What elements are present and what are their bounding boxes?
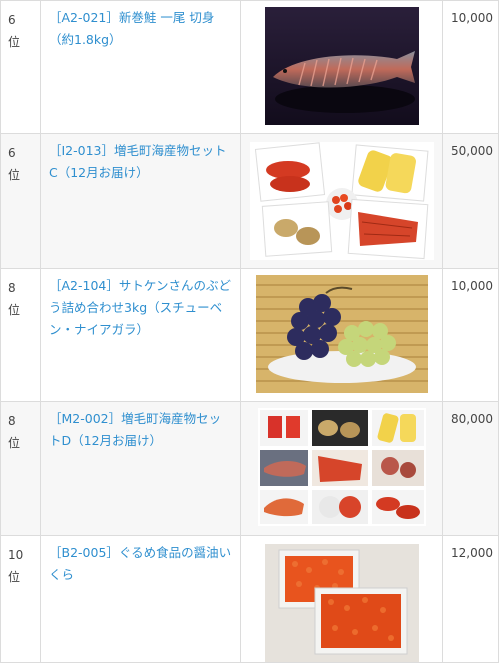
- rank-number: 6: [8, 13, 16, 27]
- price-cell: 80,000: [442, 401, 499, 536]
- table-row: 8位 ［M2-002］増毛町海産物セットD（12月お届け） 80,000: [0, 401, 499, 536]
- rank-suffix: 位: [8, 35, 21, 49]
- image-cell: [240, 535, 443, 663]
- image-cell: [240, 268, 443, 402]
- price-cell: 12,000: [442, 535, 499, 663]
- name-cell: ［A2-021］新巻鮭 一尾 切身（約1.8kg）: [40, 0, 241, 134]
- rank-number: 10: [8, 548, 24, 562]
- seafood-set-d-image[interactable]: [257, 408, 426, 526]
- product-link[interactable]: ［M2-002］増毛町海産物セットD（12月お届け）: [49, 411, 221, 448]
- name-cell: ［A2-104］サトケンさんのぶどう詰め合わせ3kg（スチューベン・ナイアガラ）: [40, 268, 241, 402]
- grapes-image[interactable]: [255, 275, 428, 393]
- rank-suffix: 位: [8, 570, 21, 584]
- price-value: 10,000: [451, 11, 493, 25]
- seafood-set-c-image[interactable]: [249, 142, 434, 260]
- product-link[interactable]: ［B2-005］ぐるめ食品の醤油いくら: [49, 545, 231, 582]
- image-cell: [240, 0, 443, 134]
- name-cell: ［I2-013］増毛町海産物セットC（12月お届け）: [40, 133, 241, 269]
- image-cell: [240, 401, 443, 536]
- rank-cell: 8位: [0, 401, 41, 536]
- rank-suffix: 位: [8, 168, 21, 182]
- rank-cell: 6位: [0, 0, 41, 134]
- rank-number: 6: [8, 146, 16, 160]
- ranking-table: 6位 ［A2-021］新巻鮭 一尾 切身（約1.8kg） 10,000 6 位 …: [0, 0, 499, 663]
- image-cell: [240, 133, 443, 269]
- name-cell: ［B2-005］ぐるめ食品の醤油いくら: [40, 535, 241, 663]
- rank-suffix: 位: [8, 303, 21, 317]
- rank-number: 8: [8, 414, 16, 428]
- product-link[interactable]: ［I2-013］増毛町海産物セットC（12月お届け）: [49, 143, 227, 180]
- table-row: 8位 ［A2-104］サトケンさんのぶどう詰め合わせ3kg（スチューベン・ナイア…: [0, 268, 499, 402]
- price-value: 80,000: [451, 412, 493, 426]
- price-value: 12,000: [451, 546, 493, 560]
- salmon-image[interactable]: [264, 7, 419, 125]
- product-link[interactable]: ［A2-104］サトケンさんのぶどう詰め合わせ3kg（スチューベン・ナイアガラ）: [49, 278, 231, 337]
- table-row: 10 位 ［B2-005］ぐるめ食品の醤油いくら 12,000: [0, 535, 499, 663]
- ikura-image[interactable]: [264, 544, 419, 662]
- rank-number: 8: [8, 281, 16, 295]
- table-row: 6位 ［I2-013］増毛町海産物セットC（12月お届け） 50,000: [0, 133, 499, 269]
- rank-suffix: 位: [8, 436, 21, 450]
- price-cell: 10,000: [442, 268, 499, 402]
- price-value: 50,000: [451, 144, 493, 158]
- rank-cell: 6位: [0, 133, 41, 269]
- price-cell: 50,000: [442, 133, 499, 269]
- price-cell: 10,000: [442, 0, 499, 134]
- rank-cell: 10 位: [0, 535, 41, 663]
- rank-cell: 8位: [0, 268, 41, 402]
- price-value: 10,000: [451, 279, 493, 293]
- table-row: 6位 ［A2-021］新巻鮭 一尾 切身（約1.8kg） 10,000: [0, 0, 499, 134]
- name-cell: ［M2-002］増毛町海産物セットD（12月お届け）: [40, 401, 241, 536]
- product-link[interactable]: ［A2-021］新巻鮭 一尾 切身（約1.8kg）: [49, 10, 214, 47]
